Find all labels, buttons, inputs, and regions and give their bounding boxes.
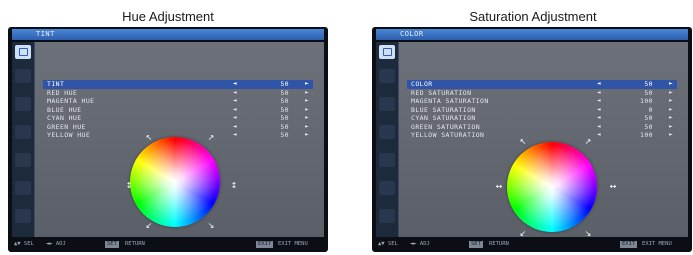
hue-color-wheel — [130, 137, 220, 227]
osd-footer: ▲▼ SEL ◄► ADJ SET RETURN EXIT EXIT MENU — [12, 239, 324, 249]
decrease-arrow-icon[interactable]: ◄ — [597, 123, 601, 132]
picture-icon[interactable] — [379, 45, 395, 59]
osd-footer: ▲▼ SEL ◄► ADJ SET RETURN EXIT EXIT MENU — [376, 239, 688, 249]
picture-icon[interactable] — [15, 45, 31, 59]
menu-row-blue-saturation[interactable]: BLUE SATURATION ◄ 0 ► — [407, 106, 677, 115]
radial-arrow-icon: ↗ — [584, 137, 592, 146]
rotate-arrow-icon: ↙ — [145, 221, 153, 230]
menu-row-blue-hue[interactable]: BLUE HUE ◄ 50 ► — [43, 106, 313, 115]
decrease-arrow-icon[interactable]: ◄ — [233, 123, 237, 132]
decrease-arrow-icon[interactable]: ◄ — [597, 80, 601, 89]
menu-row-tint[interactable]: TINT ◄ 50 ► — [43, 80, 313, 89]
screen-icon[interactable] — [15, 69, 31, 83]
saturation-color-wheel — [507, 142, 597, 232]
set-key: SET — [469, 240, 483, 248]
adjust-hint: ◄► ADJ — [410, 241, 430, 247]
display-icon[interactable] — [379, 125, 395, 139]
osd-sidebar — [376, 42, 399, 237]
menu-row-magenta-hue[interactable]: MAGENTA HUE ◄ 50 ► — [43, 97, 313, 106]
caption-saturation-adjustment: Saturation Adjustment — [469, 9, 597, 24]
menu-row-green-saturation[interactable]: GREEN SATURATION ◄ 50 ► — [407, 123, 677, 132]
exit-key: EXIT — [256, 240, 274, 248]
radial-arrow-icon: ↙ — [519, 229, 527, 238]
tint-menu: TINT ◄ 50 ► RED HUE ◄ 50 ► MAGENTA HUE ◄… — [43, 80, 313, 140]
select-hint: ▲▼ SEL — [378, 241, 398, 247]
display-icon[interactable] — [15, 125, 31, 139]
decrease-arrow-icon[interactable]: ◄ — [597, 97, 601, 106]
osd-screen-tint: TINT TINT ◄ 50 ► RED HUE ◄ 50 ► MAGENTA … — [8, 27, 328, 252]
screen-icon[interactable] — [379, 69, 395, 83]
menu-row-yellow-saturation[interactable]: YELLOW SATURATION ◄ 100 ► — [407, 131, 677, 140]
increase-arrow-icon[interactable]: ► — [669, 80, 673, 89]
radial-arrow-icon: ↘ — [584, 229, 592, 238]
rotate-arrow-icon: ↕ — [125, 181, 133, 190]
increase-arrow-icon[interactable]: ► — [305, 89, 309, 98]
osd-title-bar: TINT — [12, 29, 324, 40]
osd-title-bar: COLOR — [376, 29, 688, 40]
rotate-arrow-icon: ↗ — [207, 133, 215, 142]
radial-arrow-icon: ↔ — [609, 182, 617, 191]
menu-row-green-hue[interactable]: GREEN HUE ◄ 50 ► — [43, 123, 313, 132]
increase-arrow-icon[interactable]: ► — [669, 89, 673, 98]
rotate-arrow-icon: ↕ — [230, 181, 238, 190]
decrease-arrow-icon[interactable]: ◄ — [233, 80, 237, 89]
rotate-arrow-icon: ↘ — [207, 221, 215, 230]
menu-row-red-saturation[interactable]: RED SATURATION ◄ 50 ► — [407, 89, 677, 98]
radial-arrow-icon: ↔ — [495, 182, 503, 191]
decrease-arrow-icon[interactable]: ◄ — [597, 106, 601, 115]
network-icon[interactable] — [379, 181, 395, 195]
menu-row-magenta-saturation[interactable]: MAGENTA SATURATION ◄ 100 ► — [407, 97, 677, 106]
osd-panel: TINT ◄ 50 ► RED HUE ◄ 50 ► MAGENTA HUE ◄… — [35, 42, 324, 237]
decrease-arrow-icon[interactable]: ◄ — [233, 114, 237, 123]
audio-icon[interactable] — [379, 97, 395, 111]
adjust-hint: ◄► ADJ — [46, 241, 66, 247]
select-hint: ▲▼ SEL — [14, 241, 34, 247]
audio-icon[interactable] — [15, 97, 31, 111]
return-hint: RETURN — [125, 241, 145, 247]
increase-arrow-icon[interactable]: ► — [669, 123, 673, 132]
decrease-arrow-icon[interactable]: ◄ — [597, 131, 601, 140]
increase-arrow-icon[interactable]: ► — [669, 106, 673, 115]
network-icon[interactable] — [15, 181, 31, 195]
increase-arrow-icon[interactable]: ► — [305, 123, 309, 132]
osd-screen-color: COLOR COLOR ◄ 50 ► RED SATURATION ◄ 50 ►… — [372, 27, 692, 252]
increase-arrow-icon[interactable]: ► — [305, 80, 309, 89]
info-icon[interactable] — [379, 209, 395, 223]
decrease-arrow-icon[interactable]: ◄ — [597, 89, 601, 98]
exit-menu-hint: EXIT MENU — [642, 241, 672, 247]
set-key: SET — [105, 240, 119, 248]
exit-menu-hint: EXIT MENU — [278, 241, 308, 247]
menu-row-red-hue[interactable]: RED HUE ◄ 50 ► — [43, 89, 313, 98]
increase-arrow-icon[interactable]: ► — [305, 106, 309, 115]
increase-arrow-icon[interactable]: ► — [669, 97, 673, 106]
menu-row-cyan-hue[interactable]: CYAN HUE ◄ 50 ► — [43, 114, 313, 123]
return-hint: RETURN — [489, 241, 509, 247]
increase-arrow-icon[interactable]: ► — [305, 131, 309, 140]
increase-arrow-icon[interactable]: ► — [669, 114, 673, 123]
increase-arrow-icon[interactable]: ► — [669, 131, 673, 140]
radial-arrow-icon: ↖ — [519, 137, 527, 146]
setup-icon[interactable] — [15, 153, 31, 167]
decrease-arrow-icon[interactable]: ◄ — [233, 131, 237, 140]
color-menu: COLOR ◄ 50 ► RED SATURATION ◄ 50 ► MAGEN… — [407, 80, 677, 140]
decrease-arrow-icon[interactable]: ◄ — [233, 89, 237, 98]
setup-icon[interactable] — [379, 153, 395, 167]
osd-panel: COLOR ◄ 50 ► RED SATURATION ◄ 50 ► MAGEN… — [399, 42, 688, 238]
menu-row-color[interactable]: COLOR ◄ 50 ► — [407, 80, 677, 89]
caption-hue-adjustment: Hue Adjustment — [122, 9, 214, 24]
decrease-arrow-icon[interactable]: ◄ — [597, 114, 601, 123]
rotate-arrow-icon: ↖ — [145, 133, 153, 142]
decrease-arrow-icon[interactable]: ◄ — [233, 97, 237, 106]
increase-arrow-icon[interactable]: ► — [305, 97, 309, 106]
info-icon[interactable] — [15, 209, 31, 223]
exit-key: EXIT — [620, 240, 638, 248]
osd-sidebar — [12, 42, 35, 237]
increase-arrow-icon[interactable]: ► — [305, 114, 309, 123]
decrease-arrow-icon[interactable]: ◄ — [233, 106, 237, 115]
menu-row-cyan-saturation[interactable]: CYAN SATURATION ◄ 50 ► — [407, 114, 677, 123]
